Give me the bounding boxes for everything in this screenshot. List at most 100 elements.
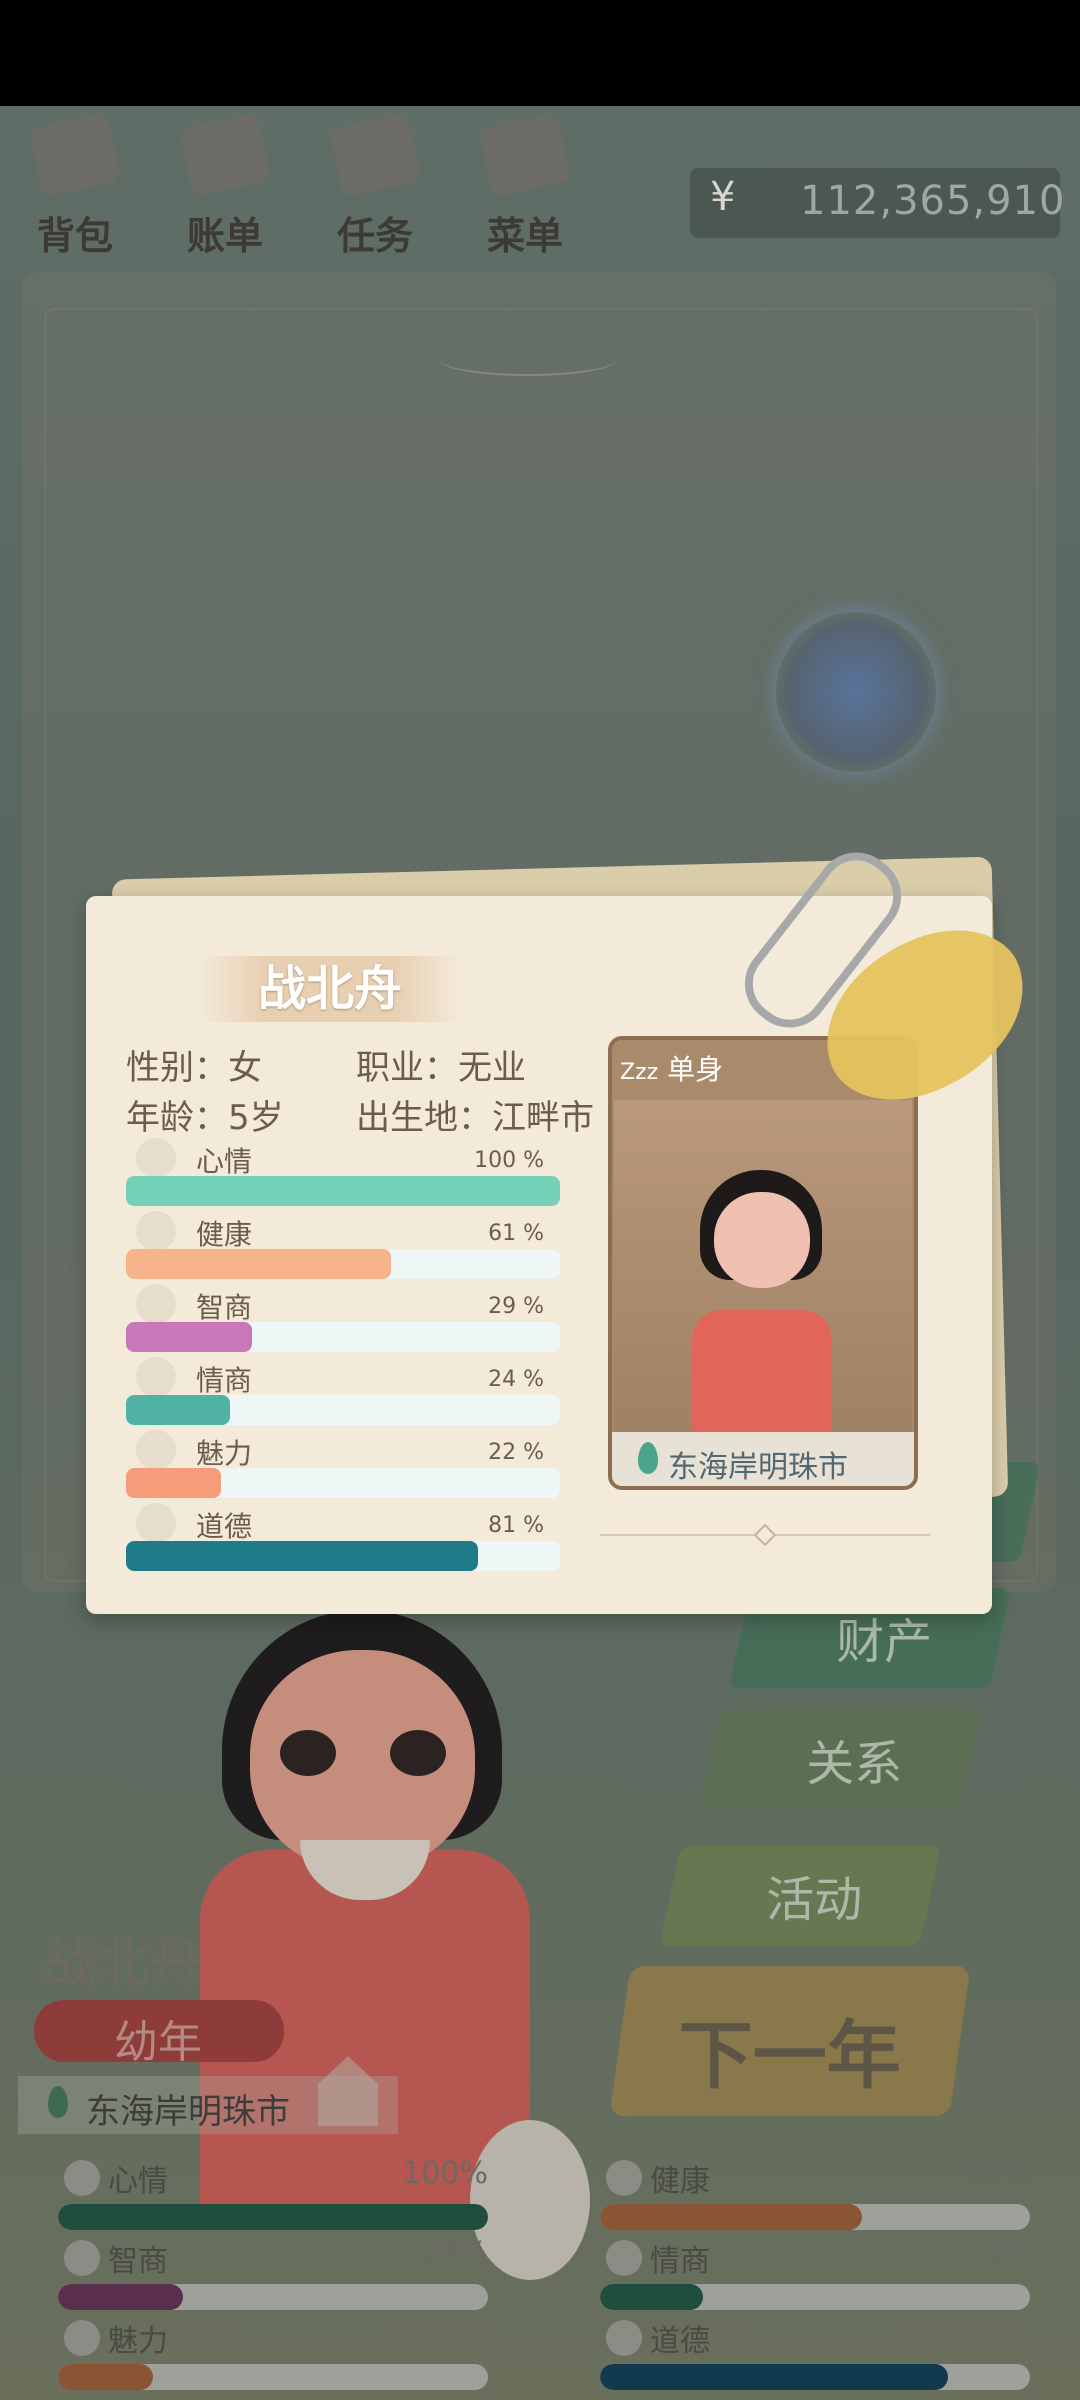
stat-fill bbox=[126, 1468, 222, 1498]
bottom-stat-health: 健康 61% bbox=[600, 2156, 1030, 2230]
portrait-face bbox=[714, 1192, 810, 1288]
card-stat-iq: 智商 29 % bbox=[126, 1282, 560, 1352]
smile-icon bbox=[136, 1138, 176, 1178]
stat-fill bbox=[58, 2364, 153, 2390]
stat-fill bbox=[126, 1322, 252, 1352]
eye bbox=[390, 1730, 446, 1776]
ornament bbox=[440, 344, 616, 376]
scales-icon bbox=[136, 1503, 176, 1543]
portrait-location-tag: 东海岸明珠市 bbox=[612, 1432, 914, 1486]
eye bbox=[280, 1730, 336, 1776]
bottom-stat-morality: 道德 81% bbox=[600, 2316, 1030, 2390]
card-birthplace: 出生地：江畔市 bbox=[356, 1098, 594, 1138]
stat-fill bbox=[126, 1176, 560, 1206]
character-name: 战北舟 bbox=[42, 1931, 204, 1994]
card-character-name: 战北舟 bbox=[257, 961, 402, 1017]
character-face bbox=[250, 1650, 475, 1870]
bottom-stat-mood: 心情 100% bbox=[58, 2156, 488, 2230]
stat-percent: 81% bbox=[963, 2316, 1030, 2351]
next-year-label: 下一年 bbox=[678, 2013, 901, 2099]
stat-label: 情商 bbox=[650, 2244, 710, 2279]
card-stat-eq: 情商 24 % bbox=[126, 1355, 560, 1425]
stat-label: 健康 bbox=[650, 2164, 710, 2199]
stat-fill bbox=[126, 1249, 391, 1279]
bottom-stat-iq: 智商 29% bbox=[58, 2236, 488, 2310]
heart-icon bbox=[606, 2160, 642, 2196]
menu-main[interactable]: 菜单 bbox=[460, 110, 590, 260]
stat-label: 道德 bbox=[196, 1510, 253, 1543]
stat-label: 智商 bbox=[108, 2244, 168, 2279]
stat-label: 智商 bbox=[196, 1291, 253, 1324]
stat-fill bbox=[58, 2204, 488, 2230]
stat-percent: 24% bbox=[963, 2236, 1030, 2271]
stat-fill bbox=[126, 1541, 478, 1571]
stat-percent: 61% bbox=[963, 2156, 1030, 2191]
location-pin-icon bbox=[638, 1442, 658, 1474]
stat-fill bbox=[600, 2284, 704, 2310]
relationship-status: Zzz 单身 bbox=[620, 1048, 723, 1088]
stat-label: 情商 bbox=[196, 1364, 253, 1397]
lightbulb-icon bbox=[136, 1284, 176, 1324]
portrait-location-label: 东海岸明珠市 bbox=[668, 1450, 848, 1485]
menu-main-label: 菜单 bbox=[486, 214, 563, 258]
life-stage-label: 幼年 bbox=[114, 2017, 202, 2068]
glowing-orb[interactable] bbox=[776, 612, 936, 772]
stat-percent: 22% bbox=[421, 2316, 488, 2351]
relations-button[interactable]: 关系 bbox=[699, 1710, 981, 1810]
card-stat-charm: 魅力 22 % bbox=[126, 1428, 560, 1498]
card-job: 职业：无业 bbox=[356, 1048, 526, 1088]
stat-label: 健康 bbox=[196, 1218, 253, 1251]
bottom-stat-charm: 魅力 22% bbox=[58, 2316, 488, 2390]
smile-icon bbox=[64, 2160, 100, 2196]
card-stat-mood: 心情 100 % bbox=[126, 1136, 560, 1206]
stat-label: 魅力 bbox=[196, 1437, 253, 1470]
life-stage-badge: 幼年 bbox=[34, 2000, 284, 2068]
sparkle-icon bbox=[136, 1430, 176, 1470]
backpack-icon bbox=[28, 112, 122, 198]
card-stat-morality: 道德 81 % bbox=[126, 1501, 560, 1571]
stat-fill bbox=[126, 1395, 231, 1425]
activity-button[interactable]: 活动 bbox=[659, 1846, 941, 1946]
relationship-label: 单身 bbox=[667, 1053, 724, 1086]
bill-icon bbox=[178, 112, 272, 198]
location-label: 东海岸明珠市 bbox=[86, 2092, 290, 2132]
stat-fill bbox=[58, 2284, 183, 2310]
stat-label: 心情 bbox=[108, 2164, 168, 2199]
menu-book-icon bbox=[478, 112, 572, 198]
menu-backpack-label: 背包 bbox=[36, 214, 113, 258]
task-icon bbox=[328, 112, 422, 198]
stat-label: 魅力 bbox=[108, 2324, 168, 2359]
heart-icon bbox=[136, 1211, 176, 1251]
sleep-zzz-icon: Zzz bbox=[620, 1060, 659, 1085]
apple-icon bbox=[136, 1357, 176, 1397]
stat-label: 心情 bbox=[196, 1145, 253, 1178]
stat-fill bbox=[600, 2204, 863, 2230]
menu-task-label: 任务 bbox=[336, 214, 413, 258]
next-year-button[interactable]: 下一年 bbox=[609, 1966, 971, 2116]
portrait-dress bbox=[692, 1310, 832, 1440]
card-stat-health: 健康 61 % bbox=[126, 1209, 560, 1279]
scales-icon bbox=[606, 2320, 642, 2356]
location-pin-icon bbox=[48, 2086, 68, 2118]
menu-task[interactable]: 任务 bbox=[310, 110, 440, 260]
money-value: 112,365,910 bbox=[800, 178, 1066, 224]
stat-percent: 81 % bbox=[488, 1513, 544, 1538]
stat-percent: 22 % bbox=[488, 1440, 544, 1465]
status-bar bbox=[0, 0, 1080, 106]
activity-label: 活动 bbox=[766, 1872, 863, 1928]
stat-percent: 29 % bbox=[488, 1294, 544, 1319]
stat-percent: 24 % bbox=[488, 1367, 544, 1392]
menu-bill[interactable]: 账单 bbox=[160, 110, 290, 260]
apple-icon bbox=[606, 2240, 642, 2276]
location-bar[interactable]: 东海岸明珠市 bbox=[18, 2056, 398, 2134]
menu-bill-label: 账单 bbox=[186, 214, 263, 258]
card-age: 年龄：5岁 bbox=[126, 1098, 284, 1138]
relations-label: 关系 bbox=[806, 1736, 903, 1792]
duck-pet[interactable] bbox=[470, 2120, 590, 2280]
yen-icon: ¥ bbox=[710, 174, 736, 220]
stat-fill bbox=[600, 2364, 949, 2390]
stat-percent: 100 % bbox=[474, 1148, 544, 1173]
menu-backpack[interactable]: 背包 bbox=[10, 110, 140, 260]
lightbulb-icon bbox=[64, 2240, 100, 2276]
money-display: ¥ 112,365,910 bbox=[690, 168, 1064, 238]
